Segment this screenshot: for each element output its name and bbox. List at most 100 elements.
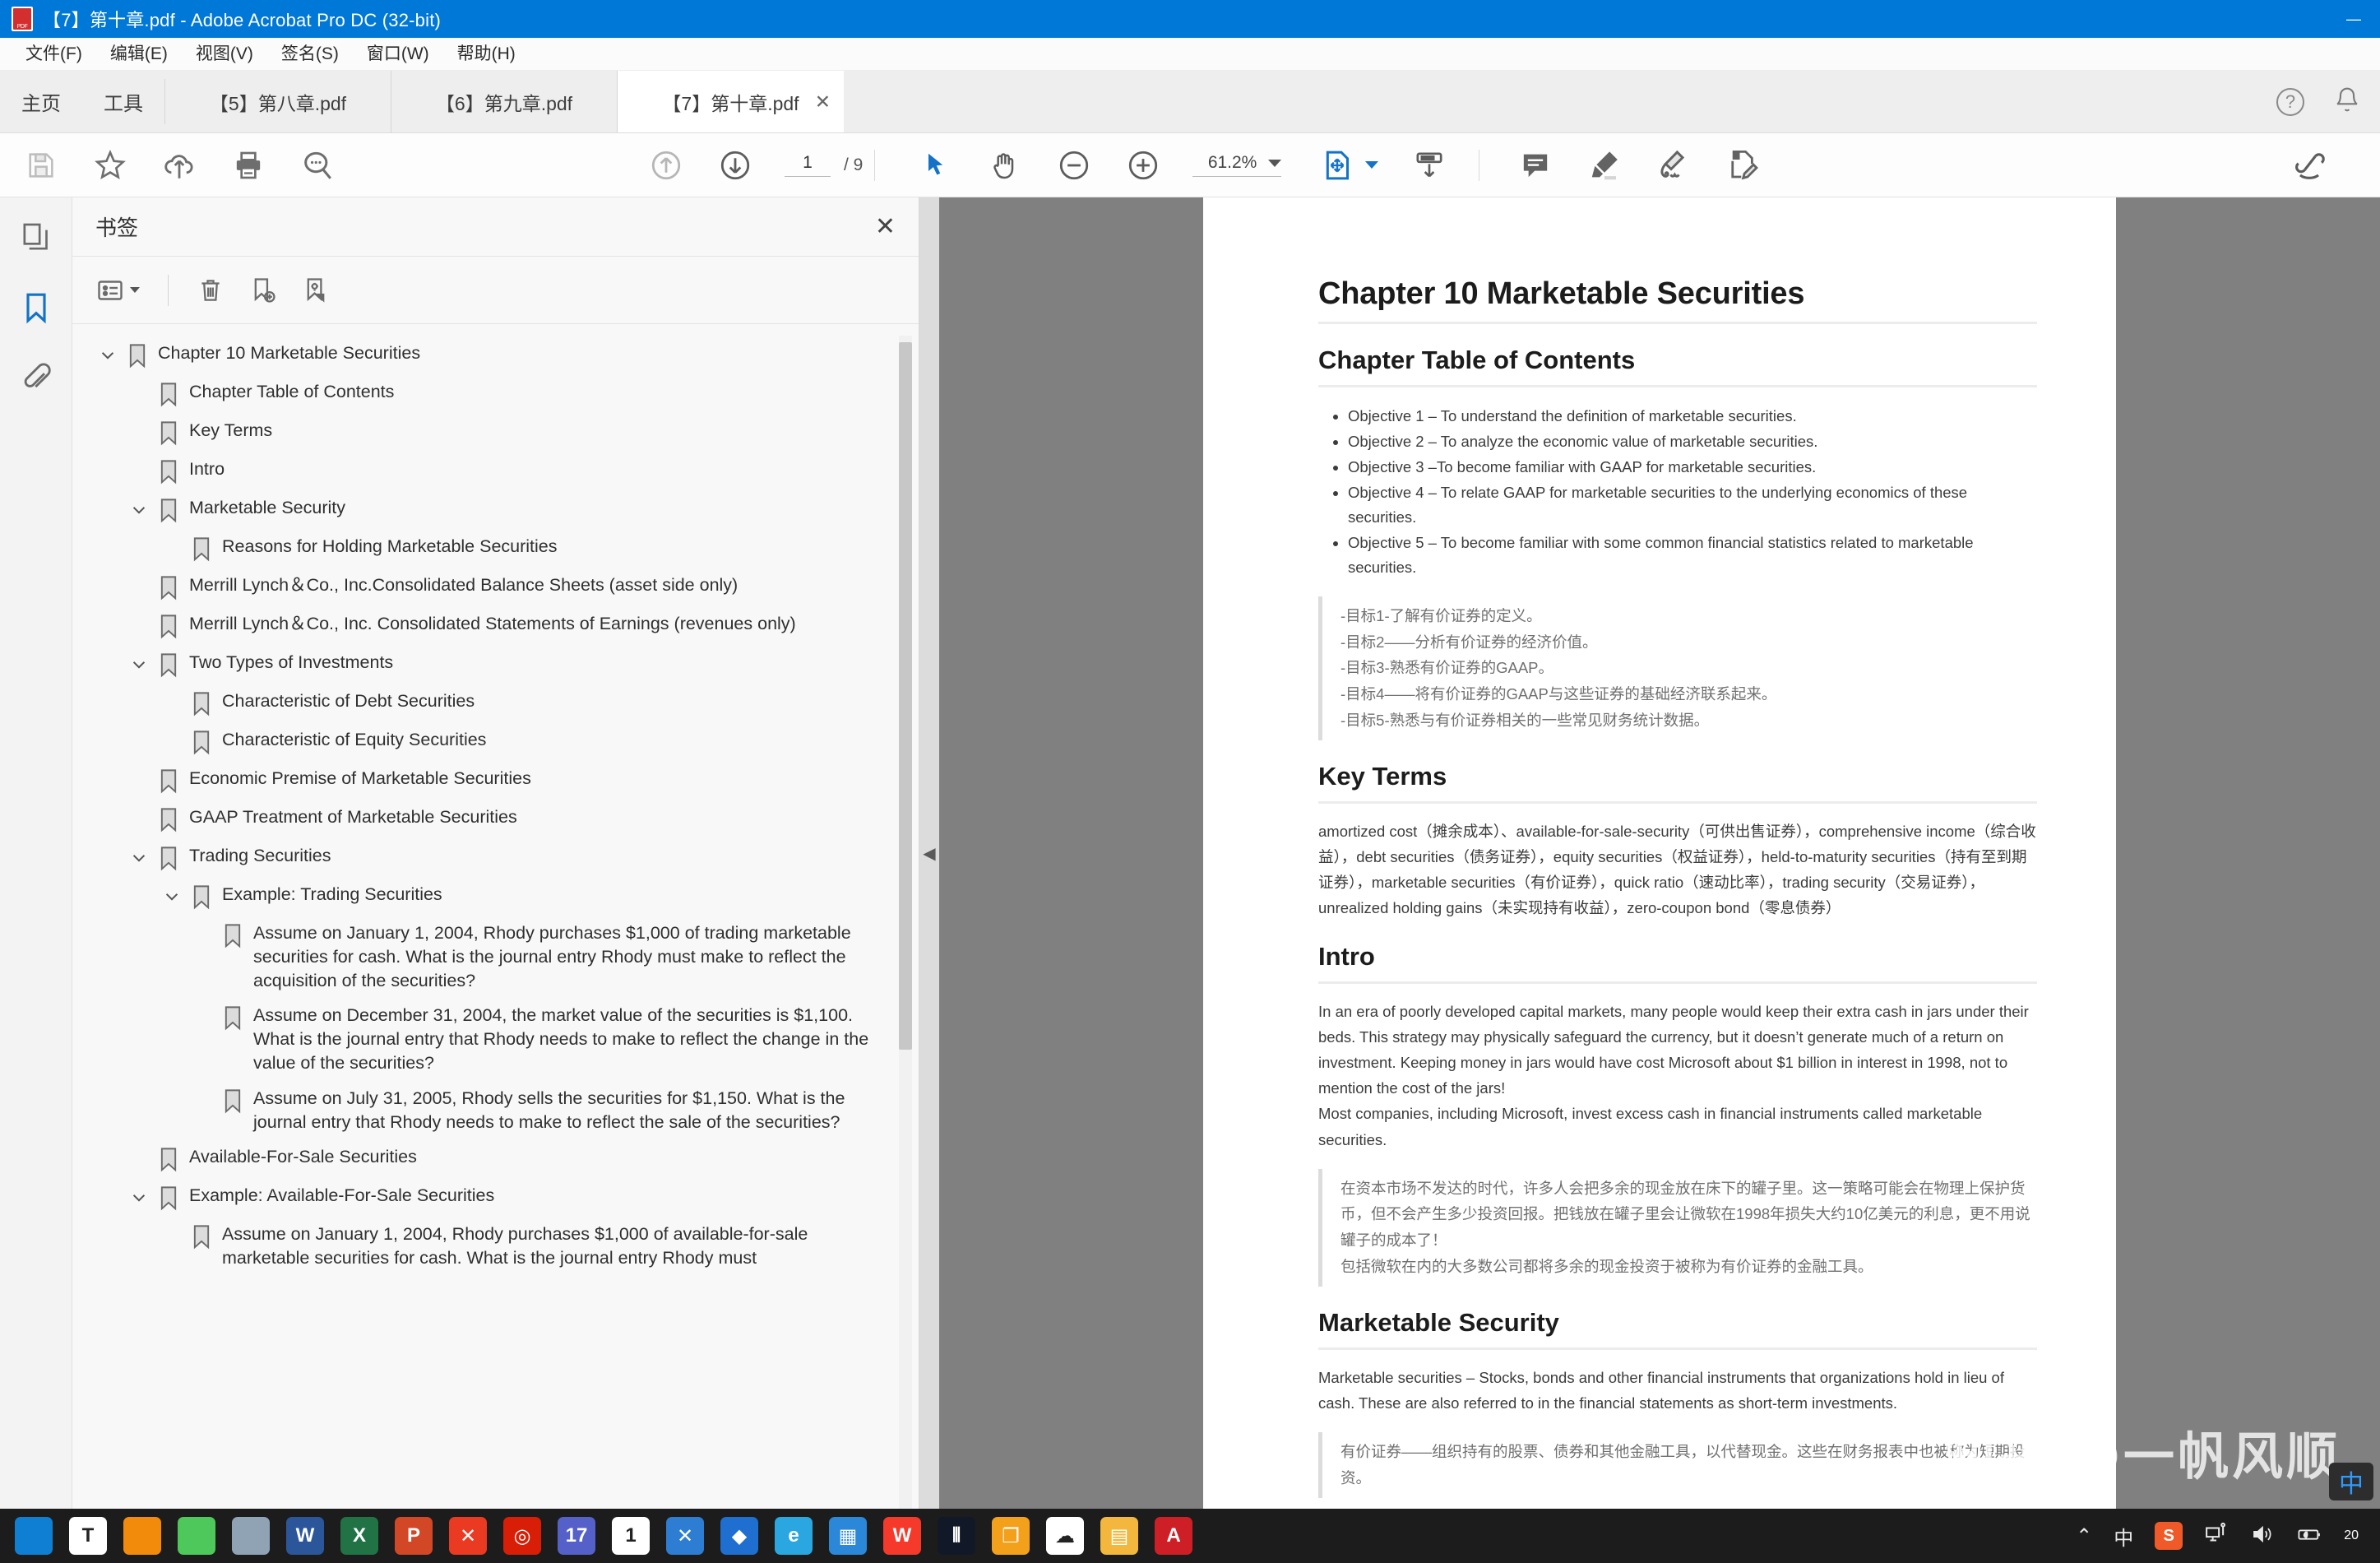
options-icon[interactable] <box>95 276 140 305</box>
new-bookmark-icon[interactable] <box>249 276 277 304</box>
tab-doc-8[interactable]: 【5】第八章.pdf <box>165 71 391 132</box>
zoom-out-icon[interactable] <box>1054 146 1094 185</box>
bookmarks-scrollbar-thumb[interactable] <box>899 342 912 1050</box>
taskbar-vscode[interactable]: ✕ <box>658 1509 712 1563</box>
chevron-down-icon[interactable] <box>94 341 122 364</box>
menu-view[interactable]: 视图(V) <box>182 38 267 71</box>
bookmark-item[interactable]: Intro <box>72 452 919 490</box>
help-icon[interactable]: ? <box>2276 87 2304 116</box>
chevron-down-icon[interactable] <box>1268 159 1282 167</box>
close-icon[interactable]: ✕ <box>815 92 831 111</box>
taskbar-search[interactable] <box>115 1509 169 1563</box>
taskbar-blocks[interactable]: ◆ <box>712 1509 766 1563</box>
taskbar-file-explorer[interactable]: ▤ <box>1092 1509 1146 1563</box>
save-icon[interactable] <box>21 146 61 185</box>
bookmark-item[interactable]: Chapter 10 Marketable Securities <box>72 336 919 374</box>
taskbar-onenote[interactable]: 1 <box>604 1509 658 1563</box>
menu-sign[interactable]: 签名(S) <box>267 38 353 71</box>
clock[interactable]: 20 <box>2344 1528 2359 1543</box>
volume-icon[interactable] <box>2250 1522 2275 1551</box>
bookmark-item[interactable]: Reasons for Holding Marketable Securitie… <box>72 529 919 568</box>
star-icon[interactable] <box>90 146 130 185</box>
next-page-icon[interactable] <box>715 146 755 185</box>
ime-language-icon[interactable]: 中 <box>2114 1522 2133 1551</box>
previous-page-icon[interactable] <box>646 146 686 185</box>
zoom-control[interactable]: 61.2% <box>1192 153 1282 177</box>
bell-icon[interactable] <box>2334 86 2360 117</box>
menu-file[interactable]: 文件(F) <box>12 38 96 71</box>
hand-tool-icon[interactable] <box>985 146 1025 185</box>
bookmarks-icon[interactable] <box>16 288 56 327</box>
print-icon[interactable] <box>229 146 268 185</box>
taskbar-xmind[interactable]: ✕ <box>441 1509 495 1563</box>
upload-cloud-icon[interactable] <box>160 146 199 185</box>
taskbar-excel[interactable]: X <box>332 1509 387 1563</box>
taskbar-pycharm[interactable]: ⫴ <box>929 1509 984 1563</box>
chevron-down-icon[interactable] <box>158 883 186 906</box>
goto-bookmark-icon[interactable] <box>302 276 330 304</box>
taskbar-vmware[interactable]: ❐ <box>984 1509 1038 1563</box>
taskbar-typora[interactable]: T <box>61 1509 115 1563</box>
taskbar-powerpoint[interactable]: P <box>387 1509 441 1563</box>
bookmark-item[interactable]: Example: Trading Securities <box>72 877 919 916</box>
chevron-up-icon[interactable]: ⌃ <box>2076 1524 2092 1548</box>
bookmark-item[interactable]: Trading Securities <box>72 838 919 877</box>
tab-home[interactable]: 主页 <box>0 71 82 132</box>
sogou-input-icon[interactable]: S <box>2155 1522 2183 1550</box>
bookmark-item[interactable]: GAAP Treatment of Marketable Securities <box>72 800 919 838</box>
page-thumbnails-icon[interactable] <box>16 217 56 257</box>
chevron-down-icon[interactable] <box>130 287 140 293</box>
bookmark-item[interactable]: Assume on January 1, 2004, Rhody purchas… <box>72 1217 919 1276</box>
taskbar-calculator[interactable] <box>224 1509 278 1563</box>
menu-window[interactable]: 窗口(W) <box>353 38 443 71</box>
page-number-input[interactable] <box>785 153 831 177</box>
tab-doc-9[interactable]: 【6】第九章.pdf <box>391 71 618 132</box>
bookmark-item[interactable]: Merrill Lynch＆Co., Inc. Consolidated Sta… <box>72 606 919 645</box>
chevron-down-icon[interactable] <box>125 844 153 867</box>
edit-pdf-icon[interactable] <box>1723 146 1762 185</box>
delete-bookmark-icon[interactable] <box>197 276 225 304</box>
chevron-down-icon[interactable] <box>125 496 153 519</box>
bookmark-item[interactable]: Assume on January 1, 2004, Rhody purchas… <box>72 916 919 998</box>
chevron-down-icon[interactable] <box>125 651 153 674</box>
document-viewer[interactable]: Chapter 10 Marketable Securities Chapter… <box>939 197 2380 1509</box>
bookmarks-tree[interactable]: Chapter 10 Marketable Securities Chapter … <box>72 324 919 1509</box>
bookmark-item[interactable]: Assume on December 31, 2004, the market … <box>72 998 919 1080</box>
sign-icon[interactable] <box>1654 146 1693 185</box>
zoom-in-icon[interactable] <box>1123 146 1163 185</box>
chevron-down-icon[interactable] <box>125 1184 153 1207</box>
highlight-icon[interactable] <box>1585 146 1624 185</box>
search-icon[interactable] <box>298 146 337 185</box>
minimize-button[interactable]: — <box>2327 0 2380 38</box>
panel-collapse-handle[interactable]: ◀ <box>919 197 939 1509</box>
attachments-icon[interactable] <box>16 359 56 398</box>
taskbar-edge[interactable]: e <box>766 1509 821 1563</box>
taskbar-wechat[interactable] <box>169 1509 224 1563</box>
taskbar-calendar-17[interactable]: 17 <box>549 1509 604 1563</box>
battery-icon[interactable] <box>2296 1522 2322 1551</box>
taskbar-netease-music[interactable]: ◎ <box>495 1509 549 1563</box>
taskbar-acrobat[interactable]: A <box>1146 1509 1201 1563</box>
taskbar-wps[interactable]: W <box>875 1509 929 1563</box>
tab-doc-10[interactable]: 【7】第十章.pdf ✕ <box>618 71 844 132</box>
menu-help[interactable]: 帮助(H) <box>443 38 530 71</box>
select-tool-icon[interactable] <box>916 146 956 185</box>
bookmark-item[interactable]: Key Terms <box>72 413 919 452</box>
close-icon[interactable]: ✕ <box>875 214 896 239</box>
taskbar-calendar[interactable]: ▦ <box>821 1509 875 1563</box>
bookmark-item[interactable]: Merrill Lynch＆Co., Inc.Consolidated Bala… <box>72 568 919 606</box>
bookmark-item[interactable]: Available-For-Sale Securities <box>72 1139 919 1178</box>
scroll-mode-icon[interactable] <box>1410 146 1449 185</box>
bookmark-item[interactable]: Example: Available-For-Sale Securities <box>72 1178 919 1217</box>
comment-icon[interactable] <box>1516 146 1555 185</box>
menu-edit[interactable]: 编辑(E) <box>96 38 182 71</box>
tab-tools[interactable]: 工具 <box>82 71 164 132</box>
taskbar-word[interactable]: W <box>278 1509 332 1563</box>
share-icon[interactable] <box>2290 146 2329 185</box>
bookmark-item[interactable]: Assume on July 31, 2005, Rhody sells the… <box>72 1081 919 1140</box>
bookmark-item[interactable]: Economic Premise of Marketable Securitie… <box>72 761 919 800</box>
taskbar-start[interactable] <box>7 1509 61 1563</box>
taskbar-baidu-netdisk[interactable]: ☁ <box>1038 1509 1092 1563</box>
network-icon[interactable] <box>2204 1522 2229 1551</box>
fit-page-chevron-icon[interactable] <box>1365 161 1379 169</box>
